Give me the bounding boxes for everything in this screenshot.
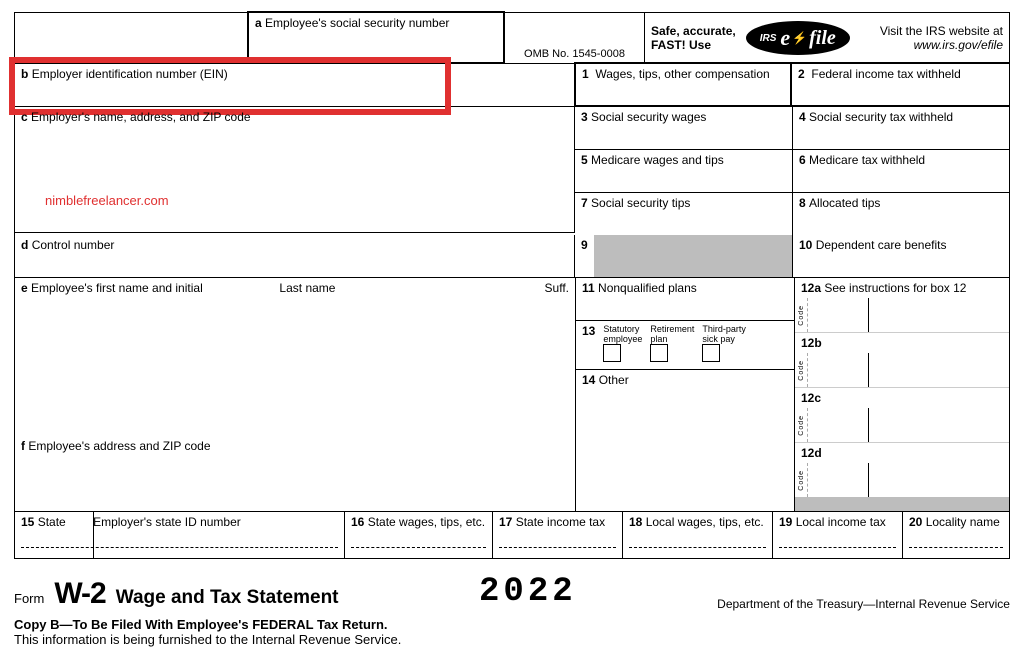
box-5: 5 Medicare wages and tips — [575, 150, 793, 192]
box-b-num: b — [21, 67, 28, 81]
box-11: 11 Nonqualified plans — [576, 278, 794, 321]
box-12d: 12d Code — [795, 443, 1009, 497]
box-12-shaded — [795, 497, 1009, 511]
info-line: This information is being furnished to t… — [14, 632, 1010, 647]
checkbox-retirement-plan[interactable] — [650, 344, 668, 362]
tax-year: 2022 — [479, 573, 577, 611]
box-18: 18 Local wages, tips, etc. — [623, 512, 773, 558]
box-c: c Employer's name, address, and ZIP code… — [15, 107, 575, 233]
box-12c: 12c Code — [795, 388, 1009, 443]
box-19: 19 Local income tax — [773, 512, 903, 558]
suffix-label: Suff. — [545, 281, 569, 295]
efile-promo: Safe, accurate, FAST! Use IRS e ⚡ file V… — [645, 13, 1009, 63]
box-9: 9 — [575, 235, 793, 277]
box-17: 17 State income tax — [493, 512, 623, 558]
form-title: Wage and Tax Statement — [116, 587, 339, 609]
box-d: d Control number — [15, 235, 575, 277]
box-13: 13 Statutoryemployee Retirementplan Thir… — [576, 321, 794, 370]
box-c-label: Employer's name, address, and ZIP code — [31, 110, 251, 124]
safe-line1: Safe, accurate, — [651, 24, 736, 38]
box-a-num: a — [255, 16, 262, 30]
visit-url: www.irs.gov/efile — [860, 38, 1003, 52]
checkbox-statutory-employee[interactable] — [603, 344, 621, 362]
copy-b-line: Copy B—To Be Filed With Employee's FEDER… — [14, 617, 1010, 632]
box-12a: 12a See instructions for box 12 Code — [795, 278, 1009, 333]
watermark-text: nimblefreelancer.com — [45, 193, 169, 208]
visit-line1: Visit the IRS website at — [860, 24, 1003, 38]
box-7: 7 Social security tips — [575, 193, 793, 235]
box-2: 2 Federal income tax withheld — [790, 62, 1010, 107]
box-14: 14 Other — [576, 370, 794, 460]
box-15: 15 State Employer's state ID number — [15, 512, 345, 558]
box-2-num: 2 — [798, 67, 805, 81]
box-a: a Employee's social security number — [247, 11, 505, 64]
box-1-label: Wages, tips, other compensation — [595, 67, 769, 81]
department-line: Department of the Treasury—Internal Reve… — [717, 597, 1010, 611]
box-a-label: Employee's social security number — [265, 16, 449, 30]
box-1: 1 Wages, tips, other compensation — [574, 62, 792, 107]
box-e: e Employee's first name and initial Last… — [15, 278, 575, 436]
form-footer: Form W-2 Wage and Tax Statement 2022 Dep… — [14, 573, 1010, 647]
box-3: 3 Social security wages — [575, 107, 793, 149]
box-20: 20 Locality name — [903, 512, 1009, 558]
omb-number: OMB No. 1545-0008 — [524, 48, 625, 60]
efile-logo: IRS e ⚡ file — [746, 21, 850, 55]
omb-cell: OMB No. 1545-0008 — [505, 13, 645, 63]
box-b-label: Employer identification number (EIN) — [32, 67, 228, 81]
box-10: 10 Dependent care benefits — [793, 235, 1009, 277]
box-16: 16 State wages, tips, etc. — [345, 512, 493, 558]
box-1-num: 1 — [582, 67, 589, 81]
box-2-label: Federal income tax withheld — [811, 67, 960, 81]
box-12b: 12b Code — [795, 333, 1009, 388]
form-number: W-2 — [54, 577, 105, 611]
last-name-label: Last name — [279, 281, 335, 295]
lightning-icon: ⚡ — [792, 31, 807, 45]
box-b: b Employer identification number (EIN) — [15, 64, 575, 106]
box-c-num: c — [21, 110, 28, 124]
safe-line2: FAST! Use — [651, 38, 736, 52]
box-f: f Employee's address and ZIP code — [15, 436, 575, 464]
checkbox-third-party-sick-pay[interactable] — [702, 344, 720, 362]
box-4: 4 Social security tax withheld — [793, 107, 1009, 149]
box-8: 8 Allocated tips — [793, 193, 1009, 235]
box-9-shaded — [594, 235, 792, 277]
form-label: Form — [14, 591, 44, 606]
box-6: 6 Medicare tax withheld — [793, 150, 1009, 192]
